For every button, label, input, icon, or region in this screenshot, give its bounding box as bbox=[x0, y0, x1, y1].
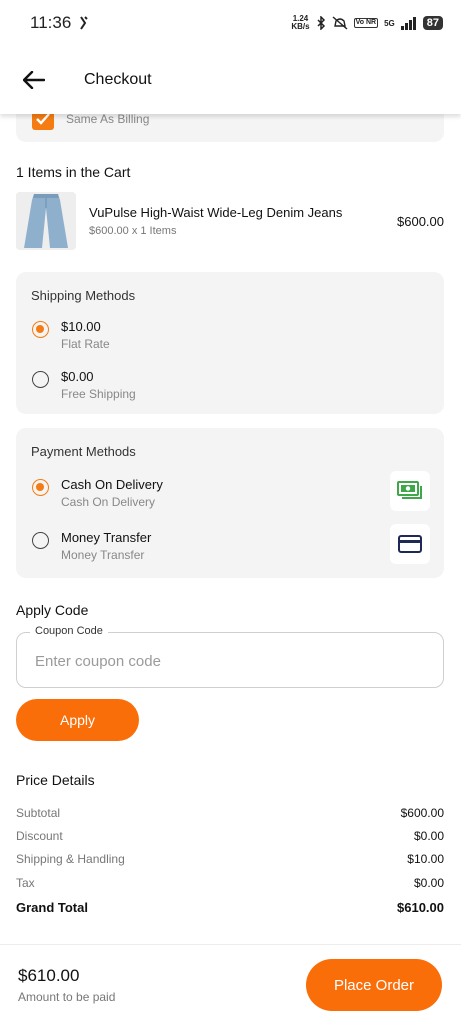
shipping-price: $0.00 bbox=[61, 369, 94, 384]
shipping-label: Flat Rate bbox=[61, 337, 110, 351]
notification-icon bbox=[80, 16, 88, 30]
payment-option-cod[interactable]: Cash On Delivery Cash On Delivery bbox=[30, 473, 430, 513]
billing-card: Same As Billing bbox=[16, 114, 444, 142]
coupon-field[interactable]: Coupon Code bbox=[16, 625, 444, 688]
payment-sub: Cash On Delivery bbox=[61, 495, 156, 509]
amount-label: Amount to be paid bbox=[18, 990, 116, 1004]
coupon-input[interactable] bbox=[35, 649, 425, 673]
apply-code-title: Apply Code bbox=[16, 602, 89, 618]
status-bar: 11:36 1.24 KB/s Vo NR 5G 87 bbox=[0, 0, 461, 46]
price-row-tax: Tax $0.00 bbox=[16, 876, 444, 890]
network-speed: 1.24 KB/s bbox=[291, 14, 310, 31]
back-button[interactable] bbox=[20, 66, 48, 94]
payment-name: Money Transfer bbox=[61, 530, 152, 545]
cash-icon bbox=[390, 471, 430, 511]
coupon-label: Coupon Code bbox=[30, 625, 108, 637]
volte-badge: Vo NR bbox=[353, 18, 379, 28]
radio-unselected[interactable] bbox=[32, 532, 49, 549]
same-as-billing-checkbox[interactable] bbox=[32, 114, 54, 130]
cart-item[interactable]: VuPulse High-Waist Wide-Leg Denim Jeans … bbox=[16, 192, 446, 252]
status-time: 11:36 bbox=[30, 13, 72, 32]
mute-icon bbox=[332, 16, 348, 30]
battery-indicator: 87 bbox=[422, 16, 443, 30]
payment-methods-title: Payment Methods bbox=[31, 444, 136, 459]
app-bar: Checkout bbox=[0, 46, 461, 114]
price-details-title: Price Details bbox=[16, 772, 95, 788]
shipping-price: $10.00 bbox=[61, 319, 101, 334]
shipping-option-free[interactable]: $0.00 Free Shipping bbox=[30, 365, 430, 405]
price-row-discount: Discount $0.00 bbox=[16, 829, 444, 843]
checkout-content[interactable]: Same As Billing 1 Items in the Cart VuPu… bbox=[0, 114, 461, 944]
arrow-left-icon bbox=[23, 71, 45, 89]
page-title: Checkout bbox=[84, 71, 152, 88]
product-name: VuPulse High-Waist Wide-Leg Denim Jeans bbox=[89, 205, 343, 220]
payment-name: Cash On Delivery bbox=[61, 477, 163, 492]
apply-button[interactable]: Apply bbox=[16, 699, 139, 741]
shipping-methods-panel: Shipping Methods $10.00 Flat Rate $0.00 … bbox=[16, 272, 444, 414]
shipping-option-flat-rate[interactable]: $10.00 Flat Rate bbox=[30, 315, 430, 355]
payment-sub: Money Transfer bbox=[61, 548, 145, 562]
product-quantity: $600.00 x 1 Items bbox=[89, 225, 177, 237]
payment-methods-panel: Payment Methods Cash On Delivery Cash On… bbox=[16, 428, 444, 578]
shipping-methods-title: Shipping Methods bbox=[31, 288, 136, 303]
payment-option-money-transfer[interactable]: Money Transfer Money Transfer bbox=[30, 526, 430, 566]
checkmark-icon bbox=[36, 114, 50, 125]
place-order-button[interactable]: Place Order bbox=[306, 959, 442, 1011]
product-image bbox=[16, 192, 76, 250]
credit-card-icon bbox=[390, 524, 430, 564]
cart-title: 1 Items in the Cart bbox=[16, 164, 131, 180]
signal-icon bbox=[400, 16, 416, 30]
same-as-billing-label: Same As Billing bbox=[66, 114, 150, 126]
radio-unselected[interactable] bbox=[32, 371, 49, 388]
total-amount: $610.00 bbox=[18, 966, 80, 985]
network-type: 5G bbox=[384, 18, 395, 28]
bluetooth-icon bbox=[317, 16, 325, 30]
radio-selected[interactable] bbox=[32, 321, 49, 338]
price-row-grand-total: Grand Total $610.00 bbox=[16, 900, 444, 915]
jeans-image bbox=[16, 192, 76, 250]
price-row-shipping: Shipping & Handling $10.00 bbox=[16, 852, 444, 866]
radio-selected[interactable] bbox=[32, 479, 49, 496]
checkout-bottom-bar: $610.00 Amount to be paid Place Order bbox=[0, 944, 461, 1024]
shipping-label: Free Shipping bbox=[61, 387, 136, 401]
product-price: $600.00 bbox=[397, 214, 444, 229]
price-row-subtotal: Subtotal $600.00 bbox=[16, 806, 444, 820]
